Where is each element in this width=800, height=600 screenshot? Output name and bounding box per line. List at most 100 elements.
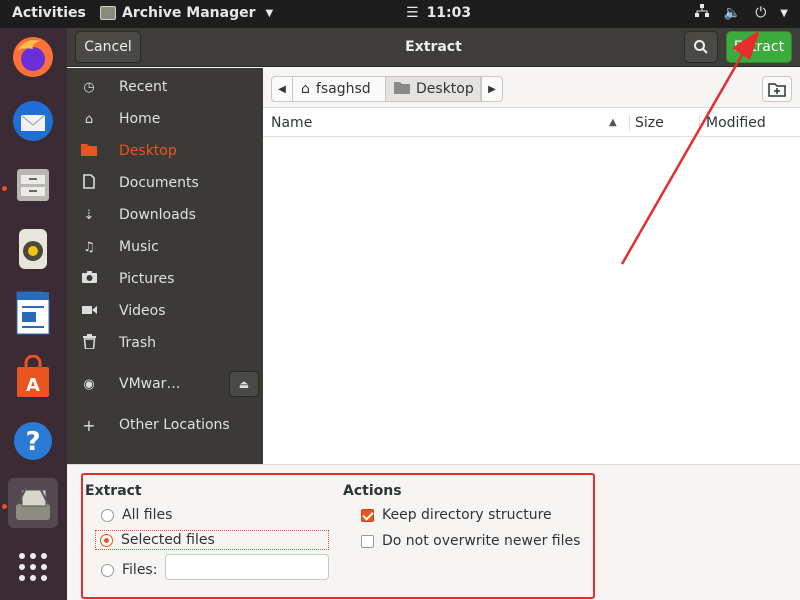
- header-bar: Cancel Extract Extract: [67, 28, 800, 67]
- sidebar-item-vmware[interactable]: ◉ VMwar… ⏏: [67, 368, 263, 400]
- help-icon: ?: [14, 422, 52, 460]
- trash-icon: [81, 333, 97, 353]
- checkbox-indicator: [361, 508, 374, 522]
- caret-down-icon: ▼: [265, 7, 274, 19]
- power-icon[interactable]: ⏻: [755, 5, 766, 21]
- sidebar-item-trash[interactable]: Trash: [67, 327, 263, 359]
- dock-show-apps[interactable]: [8, 542, 58, 592]
- extract-options: Extract All files Selected files Files: …: [67, 464, 800, 600]
- sidebar-item-label: Pictures: [119, 271, 175, 287]
- dock-libreoffice-writer[interactable]: [8, 288, 58, 338]
- extract-section-title: Extract: [85, 483, 142, 499]
- dock-software-center[interactable]: A: [8, 352, 58, 402]
- keep-directory-structure-checkbox[interactable]: Keep directory structure: [361, 507, 552, 523]
- home-icon: ⌂: [301, 81, 310, 97]
- chevron-left-icon: ◀: [278, 83, 286, 95]
- firefox-icon: [13, 37, 53, 77]
- sidebar-item-music[interactable]: ♫ Music: [67, 231, 263, 263]
- all-files-label: All files: [122, 507, 173, 523]
- camera-icon: [81, 271, 97, 287]
- new-folder-button[interactable]: [762, 76, 792, 102]
- archive-manager-icon: [16, 487, 50, 520]
- files-label: Files:: [122, 562, 158, 578]
- do-not-overwrite-checkbox[interactable]: Do not overwrite newer files: [361, 533, 580, 549]
- search-button[interactable]: [684, 31, 718, 63]
- path-bar: ◀ ⌂ fsaghsd Desktop ▶: [263, 68, 800, 108]
- sidebar-item-home[interactable]: ⌂ Home: [67, 103, 263, 135]
- folder-icon: [81, 142, 97, 160]
- sidebar-item-downloads[interactable]: ⇣ Downloads: [67, 199, 263, 231]
- sidebar-item-recent[interactable]: ◷ Recent: [67, 71, 263, 103]
- radio-indicator: [101, 508, 114, 522]
- path-segment-home[interactable]: ⌂ fsaghsd: [292, 76, 386, 102]
- cancel-button[interactable]: Cancel: [75, 31, 141, 63]
- chevron-down-icon[interactable]: ▼: [780, 8, 788, 19]
- column-modified[interactable]: Modified: [706, 115, 766, 131]
- column-header: Name ▲ Size Modified: [263, 109, 800, 137]
- sidebar-item-videos[interactable]: Videos: [67, 295, 263, 327]
- eject-icon: ⏏: [238, 377, 250, 391]
- selected-files-radio[interactable]: Selected files: [95, 530, 329, 550]
- dock-file-manager[interactable]: [8, 160, 58, 210]
- svg-text:?: ?: [25, 427, 40, 457]
- sidebar-item-label: Videos: [119, 303, 166, 319]
- path-back-button[interactable]: ◀: [271, 76, 293, 102]
- sidebar-item-label: Desktop: [119, 143, 177, 159]
- radio-indicator: [100, 533, 113, 547]
- clock-label: 11:03: [426, 5, 472, 21]
- video-icon: [81, 304, 97, 319]
- dock-thunderbird[interactable]: [8, 96, 58, 146]
- selected-files-label: Selected files: [121, 532, 215, 548]
- sort-ascending-icon[interactable]: ▲: [609, 117, 617, 128]
- extract-button[interactable]: Extract: [726, 31, 792, 63]
- network-icon[interactable]: [694, 4, 710, 22]
- clock-icon: ◷: [83, 79, 95, 95]
- column-name[interactable]: Name: [271, 115, 312, 131]
- all-files-radio[interactable]: All files: [101, 507, 172, 523]
- download-icon: ⇣: [83, 207, 95, 223]
- svg-text:A: A: [26, 375, 40, 396]
- activities-button[interactable]: Activities: [12, 5, 86, 21]
- plus-icon: +: [82, 415, 96, 435]
- sidebar-item-pictures[interactable]: Pictures: [67, 263, 263, 295]
- disc-icon: ◉: [83, 376, 95, 392]
- file-browser: ◀ ⌂ fsaghsd Desktop ▶ Name ▲ Size Modifi…: [263, 68, 800, 464]
- volume-icon[interactable]: 🔈: [724, 5, 741, 21]
- clock[interactable]: ☰ 11:03: [406, 5, 471, 21]
- file-list[interactable]: [263, 138, 800, 464]
- files-radio[interactable]: Files:: [101, 562, 157, 578]
- sidebar-item-label: Recent: [119, 79, 168, 95]
- dock-help[interactable]: ?: [8, 416, 58, 466]
- thunderbird-icon: [13, 101, 53, 141]
- folder-icon: [394, 81, 410, 98]
- path-forward-button[interactable]: ▶: [481, 76, 503, 102]
- eject-button[interactable]: ⏏: [229, 371, 259, 397]
- sidebar-item-label: VMwar…: [119, 376, 181, 392]
- dock-archive-manager[interactable]: [8, 478, 58, 528]
- column-size[interactable]: Size: [635, 115, 664, 131]
- speaker-icon: [19, 229, 47, 269]
- sidebar-item-label: Home: [119, 111, 161, 127]
- app-grid-icon: [19, 553, 47, 581]
- app-menu[interactable]: Archive Manager ▼: [100, 5, 273, 21]
- do-not-overwrite-label: Do not overwrite newer files: [382, 533, 581, 549]
- calendar-icon: ☰: [406, 5, 419, 21]
- files-pattern-input[interactable]: [165, 554, 329, 580]
- options-highlight-box: Extract All files Selected files Files: …: [81, 473, 595, 599]
- chevron-right-icon: ▶: [488, 83, 496, 95]
- home-icon: ⌂: [84, 111, 94, 127]
- sidebar-item-documents[interactable]: Documents: [67, 167, 263, 199]
- sidebar-item-label: Music: [119, 239, 159, 255]
- sidebar-item-label: Documents: [119, 175, 199, 191]
- document-icon: [81, 173, 97, 193]
- system-tray[interactable]: 🔈 ⏻ ▼: [694, 4, 788, 22]
- dock-rhythmbox[interactable]: [8, 224, 58, 274]
- path-segment-desktop[interactable]: Desktop: [385, 76, 481, 102]
- extract-dialog: Cancel Extract Extract ◷ Recent ⌂ Home D…: [67, 28, 800, 600]
- radio-indicator: [101, 563, 114, 577]
- sidebar-item-other-locations[interactable]: + Other Locations: [67, 409, 263, 441]
- sidebar-item-desktop[interactable]: Desktop: [67, 135, 263, 167]
- dock-firefox[interactable]: [8, 32, 58, 82]
- places-sidebar: ◷ Recent ⌂ Home Desktop Documents ⇣ Down…: [67, 68, 263, 464]
- new-folder-icon: [768, 82, 786, 97]
